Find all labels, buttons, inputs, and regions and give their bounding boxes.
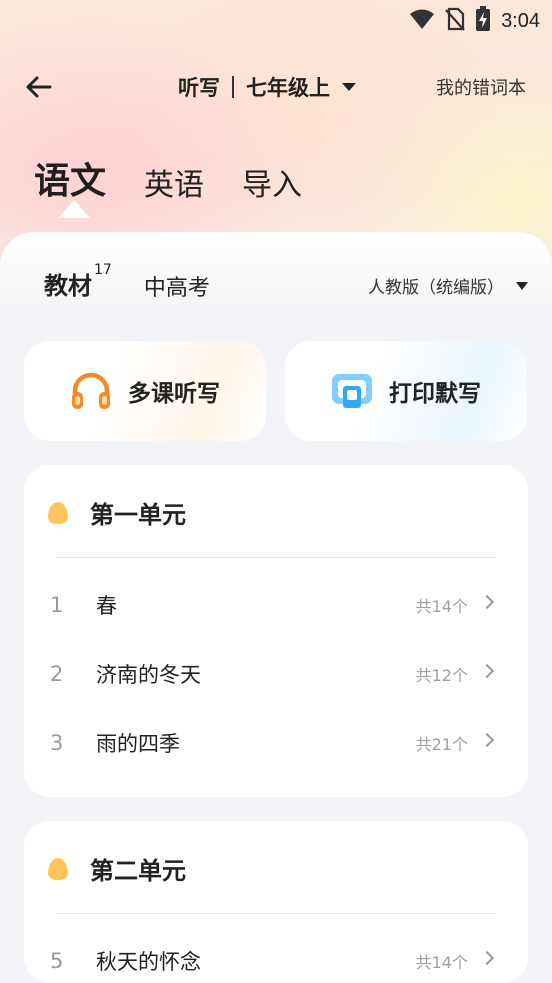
unit-title: 第二单元: [90, 857, 186, 885]
lesson-number: 2: [50, 662, 64, 686]
print-icon: [331, 372, 373, 410]
lesson-name: 济南的冬天: [96, 663, 201, 687]
caret-down-icon: [516, 281, 528, 290]
lesson-number: 3: [50, 731, 64, 755]
tab-textbook[interactable]: 教材17: [44, 262, 112, 301]
unit-divider: [56, 913, 496, 914]
status-time: 3:04: [501, 9, 540, 32]
nav-divider: [232, 76, 234, 98]
unit-card: 第二单元 5 秋天的怀念 共14个: [24, 821, 528, 983]
mode-label: 听写: [178, 76, 220, 100]
multi-lesson-dictation-button[interactable]: 多课听写: [24, 341, 266, 441]
lesson-word-count: 共14个: [415, 597, 468, 616]
lesson-number: 5: [50, 949, 64, 973]
lesson-row[interactable]: 1 春 共14个: [24, 577, 528, 633]
wifi-icon: [409, 8, 435, 34]
tab-import[interactable]: 导入: [242, 160, 302, 204]
lesson-row[interactable]: 5 秋天的怀念 共14个: [24, 933, 528, 983]
lesson-name: 春: [96, 594, 117, 618]
active-tab-pointer: [58, 200, 90, 218]
tab-chinese-label: 语文: [34, 161, 107, 202]
unit-card: 第一单元 1 春 共14个 2 济南的冬天 共12个 3 雨的四季 共21个: [24, 465, 528, 797]
lesson-number: 1: [50, 593, 64, 617]
unit-header: 第二单元: [48, 851, 186, 886]
tab-textbook-label: 教材: [44, 272, 92, 300]
caret-down-icon: [342, 83, 356, 91]
top-nav: 听写 七年级上 我的错词本: [0, 60, 552, 114]
chevron-right-icon: [479, 950, 495, 966]
lesson-word-count: 共12个: [415, 666, 468, 685]
source-tabs: 教材17 中高考: [44, 262, 210, 302]
textbook-count: 17: [94, 262, 112, 278]
grade-label: 七年级上: [246, 76, 330, 100]
unit-title: 第一单元: [90, 501, 186, 529]
status-bar: 3:04: [0, 0, 552, 38]
no-sim-icon: [445, 7, 465, 35]
edition-label: 人教版（统编版）: [368, 278, 504, 298]
lesson-row[interactable]: 3 雨的四季 共21个: [24, 715, 528, 771]
battery-charging-icon: [475, 6, 491, 36]
print-dictation-label: 打印默写: [389, 381, 481, 407]
tab-exam[interactable]: 中高考: [144, 270, 210, 302]
tab-english[interactable]: 英语: [144, 160, 204, 204]
chevron-right-icon: [479, 594, 495, 610]
status-icons: 3:04: [409, 6, 540, 36]
lesson-name: 雨的四季: [96, 732, 180, 756]
unit-divider: [56, 557, 496, 558]
grade-selector[interactable]: 听写 七年级上: [178, 72, 356, 102]
my-wrong-words-link[interactable]: 我的错词本: [436, 74, 526, 100]
tab-chinese[interactable]: 语文: [34, 152, 107, 218]
chevron-right-icon: [479, 663, 495, 679]
headphones-icon: [70, 371, 112, 411]
unit-bullet-icon: [48, 857, 68, 880]
unit-bullet-icon: [48, 501, 68, 524]
lesson-word-count: 共21个: [415, 735, 468, 754]
lesson-row[interactable]: 2 济南的冬天 共12个: [24, 646, 528, 702]
print-dictation-button[interactable]: 打印默写: [285, 341, 527, 441]
chevron-right-icon: [479, 732, 495, 748]
subject-tabs: 语文 英语 导入: [34, 152, 340, 218]
lesson-name: 秋天的怀念: [96, 950, 201, 974]
multi-lesson-dictation-label: 多课听写: [128, 381, 220, 407]
edition-selector[interactable]: 人教版（统编版）: [368, 273, 528, 298]
arrow-left-icon: [24, 76, 54, 106]
unit-header: 第一单元: [48, 495, 186, 530]
lesson-word-count: 共14个: [415, 953, 468, 972]
back-button[interactable]: [24, 72, 56, 102]
